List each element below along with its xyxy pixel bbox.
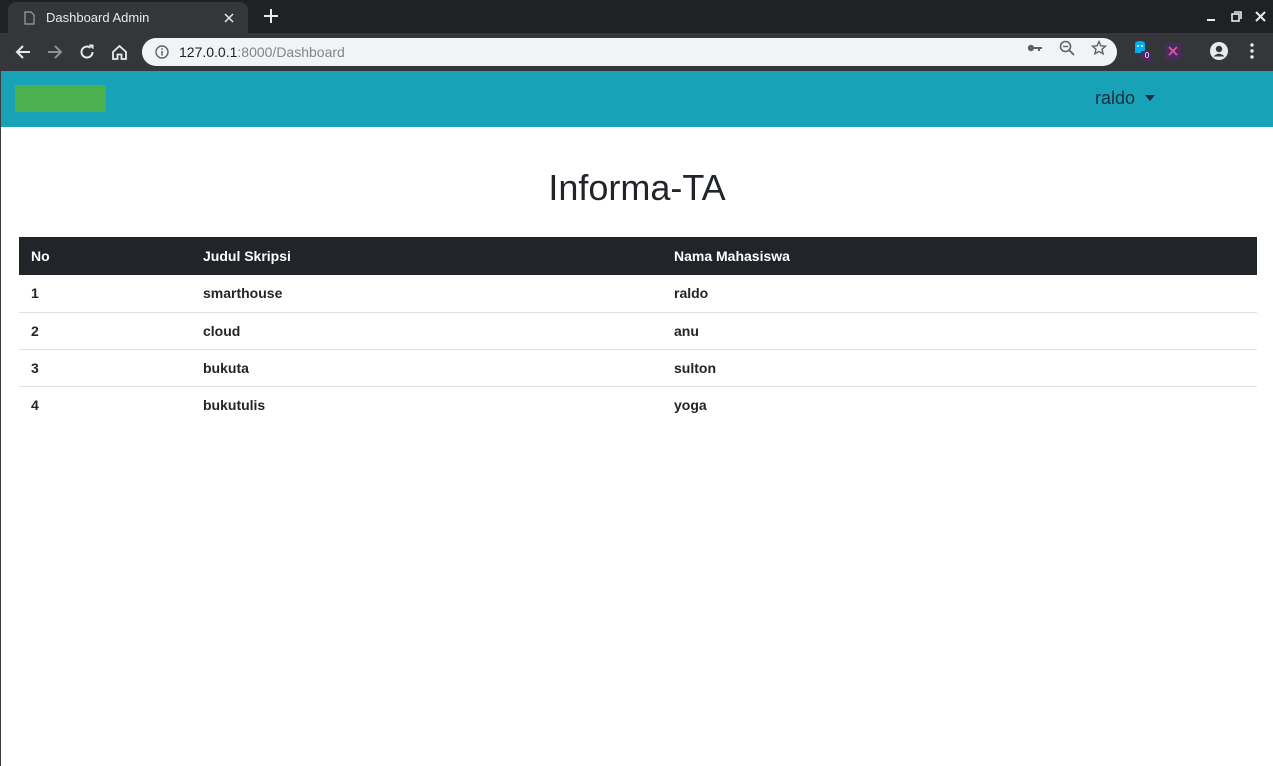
table-row: 1 smarthouse raldo: [19, 275, 1257, 312]
cell-no: 3: [19, 348, 191, 386]
tab-title: Dashboard Admin: [46, 10, 150, 25]
cell-judul-skripsi: bukutulis: [191, 385, 662, 423]
browser-tabstrip: Dashboard Admin: [0, 0, 1273, 33]
back-arrow-icon[interactable]: [11, 40, 35, 64]
cell-nama-mahasiswa: anu: [662, 311, 1257, 349]
cell-nama-mahasiswa: sulton: [662, 348, 1257, 386]
cell-nama-mahasiswa: yoga: [662, 385, 1257, 423]
url-path: :8000/Dashboard: [237, 44, 345, 60]
table-row: 4 bukutulis yoga: [19, 385, 1257, 423]
reload-icon[interactable]: [75, 40, 99, 64]
browser-tab[interactable]: Dashboard Admin: [8, 2, 248, 33]
key-icon[interactable]: [1026, 39, 1044, 57]
site-info-icon[interactable]: [154, 44, 170, 60]
user-dropdown[interactable]: raldo: [1095, 88, 1156, 109]
restore-icon[interactable]: [1226, 7, 1246, 25]
column-header-nama-mahasiswa: Nama Mahasiswa: [662, 237, 1257, 275]
zoom-icon[interactable]: [1058, 39, 1076, 57]
close-tab-icon[interactable]: [220, 9, 238, 27]
extension-badge: 0: [1144, 51, 1150, 60]
thesis-table: No Judul Skripsi Nama Mahasiswa 1 smarth…: [19, 237, 1257, 423]
cell-judul-skripsi: smarthouse: [203, 285, 283, 302]
cell-judul-skripsi: cloud: [191, 311, 662, 349]
new-tab-button[interactable]: [260, 5, 282, 27]
extension-icon[interactable]: [1163, 41, 1183, 61]
page-title: Informa-TA: [548, 167, 726, 208]
user-name: raldo: [1095, 88, 1136, 108]
browser-menu-icon[interactable]: [1242, 41, 1262, 61]
profile-avatar-icon[interactable]: [1209, 41, 1229, 61]
cell-no: 1: [31, 285, 39, 302]
minimize-icon[interactable]: [1201, 7, 1221, 25]
cell-nama-mahasiswa: raldo: [674, 285, 709, 302]
bookmark-star-icon[interactable]: [1090, 39, 1108, 57]
cell-no: 2: [19, 311, 191, 349]
browser-toolbar: 127.0.0.1:8000/Dashboard 0: [0, 33, 1273, 71]
close-window-icon[interactable]: [1250, 7, 1270, 25]
column-header-judul-skripsi: Judul Skripsi: [191, 237, 662, 275]
page-viewport: raldo Informa-TA No Judul Skripsi Nama M…: [0, 71, 1273, 766]
table-row: 2 cloud anu: [19, 311, 1257, 349]
cell-judul-skripsi: bukuta: [191, 348, 662, 386]
forward-arrow-icon[interactable]: [43, 40, 67, 64]
ghostery-extension-icon[interactable]: 0: [1131, 41, 1151, 61]
column-header-no: No: [19, 237, 191, 275]
url-host: 127.0.0.1: [179, 44, 238, 60]
brand-logo[interactable]: [15, 85, 106, 112]
caret-down-icon: [1145, 94, 1156, 101]
table-header-row: No Judul Skripsi Nama Mahasiswa: [19, 237, 1257, 275]
cell-no: 4: [19, 385, 191, 423]
table-row: 3 bukuta sulton: [19, 348, 1257, 386]
home-icon[interactable]: [107, 40, 131, 64]
top-navbar: raldo: [1, 71, 1273, 127]
page-icon: [22, 10, 36, 26]
address-bar[interactable]: 127.0.0.1:8000/Dashboard: [142, 38, 1117, 66]
